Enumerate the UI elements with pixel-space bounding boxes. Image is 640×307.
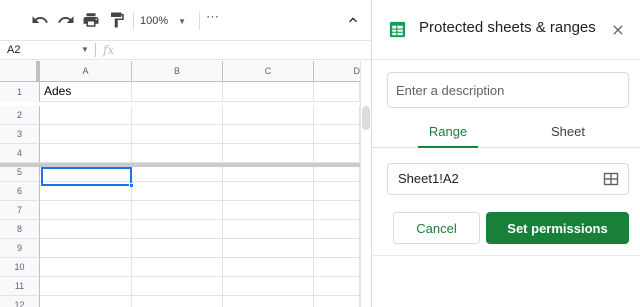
zoom-value: 100% <box>140 15 169 27</box>
cell-a3[interactable] <box>40 125 132 144</box>
cell-c6[interactable] <box>223 182 314 201</box>
cell-b1[interactable] <box>132 82 223 102</box>
row-header-7[interactable]: 7 <box>0 201 40 220</box>
name-box-value: A2 <box>7 44 21 56</box>
caret-down-icon: ▼ <box>81 45 89 54</box>
cell-b9[interactable] <box>132 239 223 258</box>
cell-d3[interactable] <box>314 125 360 144</box>
cell-c10[interactable] <box>223 258 314 277</box>
row-header-12[interactable]: 12 <box>0 296 40 307</box>
cell-b10[interactable] <box>132 258 223 277</box>
row-header-11[interactable]: 11 <box>0 277 40 296</box>
panel-title: Protected sheets & ranges <box>419 19 596 36</box>
cell-grid: A B C D 1 Ades 2 3 4 5 6 7 8 9 10 11 12 <box>0 61 371 307</box>
range-sheet-tabs: Range Sheet <box>372 118 640 148</box>
cell-d9[interactable] <box>314 239 360 258</box>
formula-bar-divider <box>95 43 96 57</box>
row-header-8[interactable]: 8 <box>0 220 40 239</box>
cell-b11[interactable] <box>132 277 223 296</box>
cell-b4[interactable] <box>132 144 223 163</box>
column-header-a[interactable]: A <box>40 61 132 82</box>
cell-b6[interactable] <box>132 182 223 201</box>
cell-a1[interactable]: Ades <box>40 82 132 102</box>
cell-b2[interactable] <box>132 106 223 125</box>
tab-range[interactable]: Range <box>418 118 478 148</box>
cell-d10[interactable] <box>314 258 360 277</box>
cell-d11[interactable] <box>314 277 360 296</box>
undo-icon[interactable] <box>30 10 50 30</box>
cell-a8[interactable] <box>40 220 132 239</box>
more-options-button[interactable]: ⋯ <box>206 9 220 25</box>
select-range-grid-icon[interactable] <box>603 171 619 187</box>
cell-a6[interactable] <box>40 182 132 201</box>
cell-a2[interactable] <box>40 106 132 125</box>
formula-input[interactable] <box>125 41 365 59</box>
cell-d7[interactable] <box>314 201 360 220</box>
row-header-9[interactable]: 9 <box>0 239 40 258</box>
range-value: Sheet1!A2 <box>398 171 459 186</box>
fill-handle[interactable] <box>129 183 134 188</box>
cell-a11[interactable] <box>40 277 132 296</box>
cell-a9[interactable] <box>40 239 132 258</box>
cancel-button[interactable]: Cancel <box>393 212 480 244</box>
cell-c8[interactable] <box>223 220 314 239</box>
cell-c4[interactable] <box>223 144 314 163</box>
cell-c1[interactable] <box>223 82 314 102</box>
range-input[interactable]: Sheet1!A2 <box>387 163 629 195</box>
frozen-row-divider[interactable] <box>0 163 360 167</box>
zoom-select[interactable]: 100% ▼ <box>140 10 198 32</box>
row-header-3[interactable]: 3 <box>0 125 40 144</box>
caret-down-icon: ▼ <box>178 16 187 26</box>
tab-sheet[interactable]: Sheet <box>538 118 598 148</box>
protected-ranges-panel: Protected sheets & ranges Range Sheet Sh… <box>371 0 640 307</box>
panel-header: Protected sheets & ranges <box>372 0 640 60</box>
cell-d8[interactable] <box>314 220 360 239</box>
vertical-scrollbar[interactable] <box>360 61 371 307</box>
cell-c3[interactable] <box>223 125 314 144</box>
close-icon[interactable] <box>608 20 628 40</box>
cell-c9[interactable] <box>223 239 314 258</box>
cell-d6[interactable] <box>314 182 360 201</box>
toolbar-divider <box>133 12 134 30</box>
cell-b7[interactable] <box>132 201 223 220</box>
paint-format-icon[interactable] <box>107 10 127 30</box>
cell-a10[interactable] <box>40 258 132 277</box>
cell-b12[interactable] <box>132 296 223 307</box>
select-all-corner[interactable] <box>0 61 40 82</box>
row-header-6[interactable]: 6 <box>0 182 40 201</box>
row-header-4[interactable]: 4 <box>0 144 40 163</box>
cell-a4[interactable] <box>40 144 132 163</box>
cell-d2[interactable] <box>314 106 360 125</box>
scrollbar-thumb[interactable] <box>362 106 370 130</box>
cell-a7[interactable] <box>40 201 132 220</box>
column-header-b[interactable]: B <box>132 61 223 82</box>
row-header-10[interactable]: 10 <box>0 258 40 277</box>
cell-c7[interactable] <box>223 201 314 220</box>
cell-c12[interactable] <box>223 296 314 307</box>
row-header-1[interactable]: 1 <box>0 82 40 102</box>
cell-d1[interactable] <box>314 82 360 102</box>
redo-icon[interactable] <box>56 10 76 30</box>
toolbar-divider <box>199 12 200 30</box>
print-icon[interactable] <box>81 10 101 30</box>
cell-a12[interactable] <box>40 296 132 307</box>
cell-c2[interactable] <box>223 106 314 125</box>
cell-d4[interactable] <box>314 144 360 163</box>
cell-b8[interactable] <box>132 220 223 239</box>
cell-c11[interactable] <box>223 277 314 296</box>
fx-icon: fx <box>103 43 115 57</box>
panel-divider <box>372 255 640 256</box>
row-header-2[interactable]: 2 <box>0 106 40 125</box>
chevron-up-icon[interactable] <box>345 12 361 28</box>
spreadsheet-area: 100% ▼ ⋯ A2 ▼ fx A B C D 1 Ades 2 3 4 5 6 7 8 9 10… <box>0 0 371 307</box>
formula-bar: A2 ▼ fx <box>0 40 371 60</box>
cell-d12[interactable] <box>314 296 360 307</box>
toolbar: 100% ▼ ⋯ <box>0 0 371 40</box>
cell-b3[interactable] <box>132 125 223 144</box>
sheets-table-icon <box>389 21 406 38</box>
name-box[interactable]: A2 ▼ <box>0 41 94 59</box>
description-input[interactable] <box>387 72 629 108</box>
set-permissions-button[interactable]: Set permissions <box>486 212 629 244</box>
column-header-c[interactable]: C <box>223 61 314 82</box>
